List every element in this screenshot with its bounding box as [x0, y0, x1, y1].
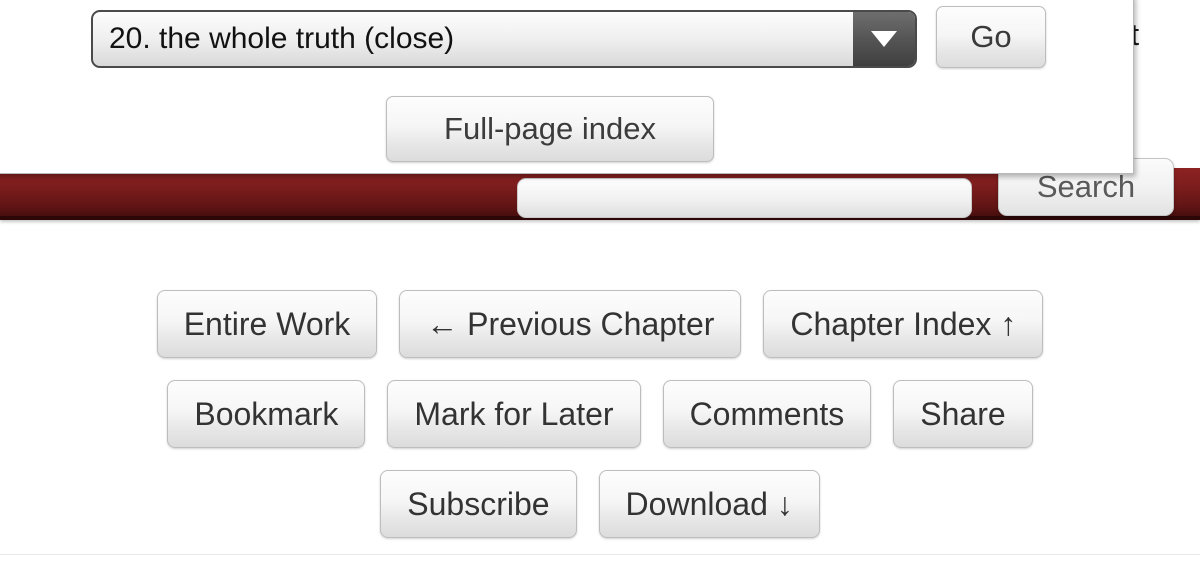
previous-chapter-label: ← Previous Chapter [426, 305, 715, 342]
full-page-index-button[interactable]: Full-page index [386, 96, 714, 162]
nav-row-secondary: Subscribe Download ↓ [0, 470, 1200, 538]
download-label: Download ↓ [625, 485, 793, 522]
page-root: Search out 20. the whole truth (close) G… [0, 0, 1200, 561]
nav-row-primary: Entire Work ← Previous Chapter Chapter I… [0, 290, 1200, 358]
chapter-select[interactable]: 20. the whole truth (close) [91, 10, 917, 68]
bookmark-label: Bookmark [194, 395, 339, 432]
subscribe-button[interactable]: Subscribe [380, 470, 577, 538]
mark-for-later-label: Mark for Later [414, 395, 614, 432]
search-input[interactable] [517, 178, 972, 218]
full-page-index-label: Full-page index [444, 111, 656, 146]
chapter-navigation: Entire Work ← Previous Chapter Chapter I… [0, 232, 1200, 560]
go-button-label: Go [970, 19, 1012, 54]
chapter-jump-panel: 20. the whole truth (close) Go Full-page… [0, 0, 1134, 174]
entire-work-button[interactable]: Entire Work [156, 290, 378, 358]
previous-chapter-button[interactable]: ← Previous Chapter [399, 290, 742, 358]
comments-button[interactable]: Comments [662, 380, 872, 448]
mark-for-later-button[interactable]: Mark for Later [387, 380, 641, 448]
nav-row-actions: Bookmark Mark for Later Comments Share [0, 380, 1200, 448]
chevron-down-icon[interactable] [853, 12, 915, 66]
chapter-index-button[interactable]: Chapter Index ↑ [763, 290, 1044, 358]
subscribe-label: Subscribe [407, 485, 550, 522]
entire-work-label: Entire Work [183, 305, 351, 342]
comments-label: Comments [689, 395, 845, 432]
share-label: Share [920, 395, 1006, 432]
chapter-index-label: Chapter Index ↑ [790, 305, 1017, 342]
share-button[interactable]: Share [893, 380, 1033, 448]
caret-glyph [871, 31, 897, 47]
download-button[interactable]: Download ↓ [598, 470, 820, 538]
search-button-label: Search [1036, 169, 1136, 204]
bookmark-button[interactable]: Bookmark [167, 380, 366, 448]
go-button[interactable]: Go [936, 6, 1046, 68]
chapter-select-value: 20. the whole truth (close) [109, 22, 455, 55]
